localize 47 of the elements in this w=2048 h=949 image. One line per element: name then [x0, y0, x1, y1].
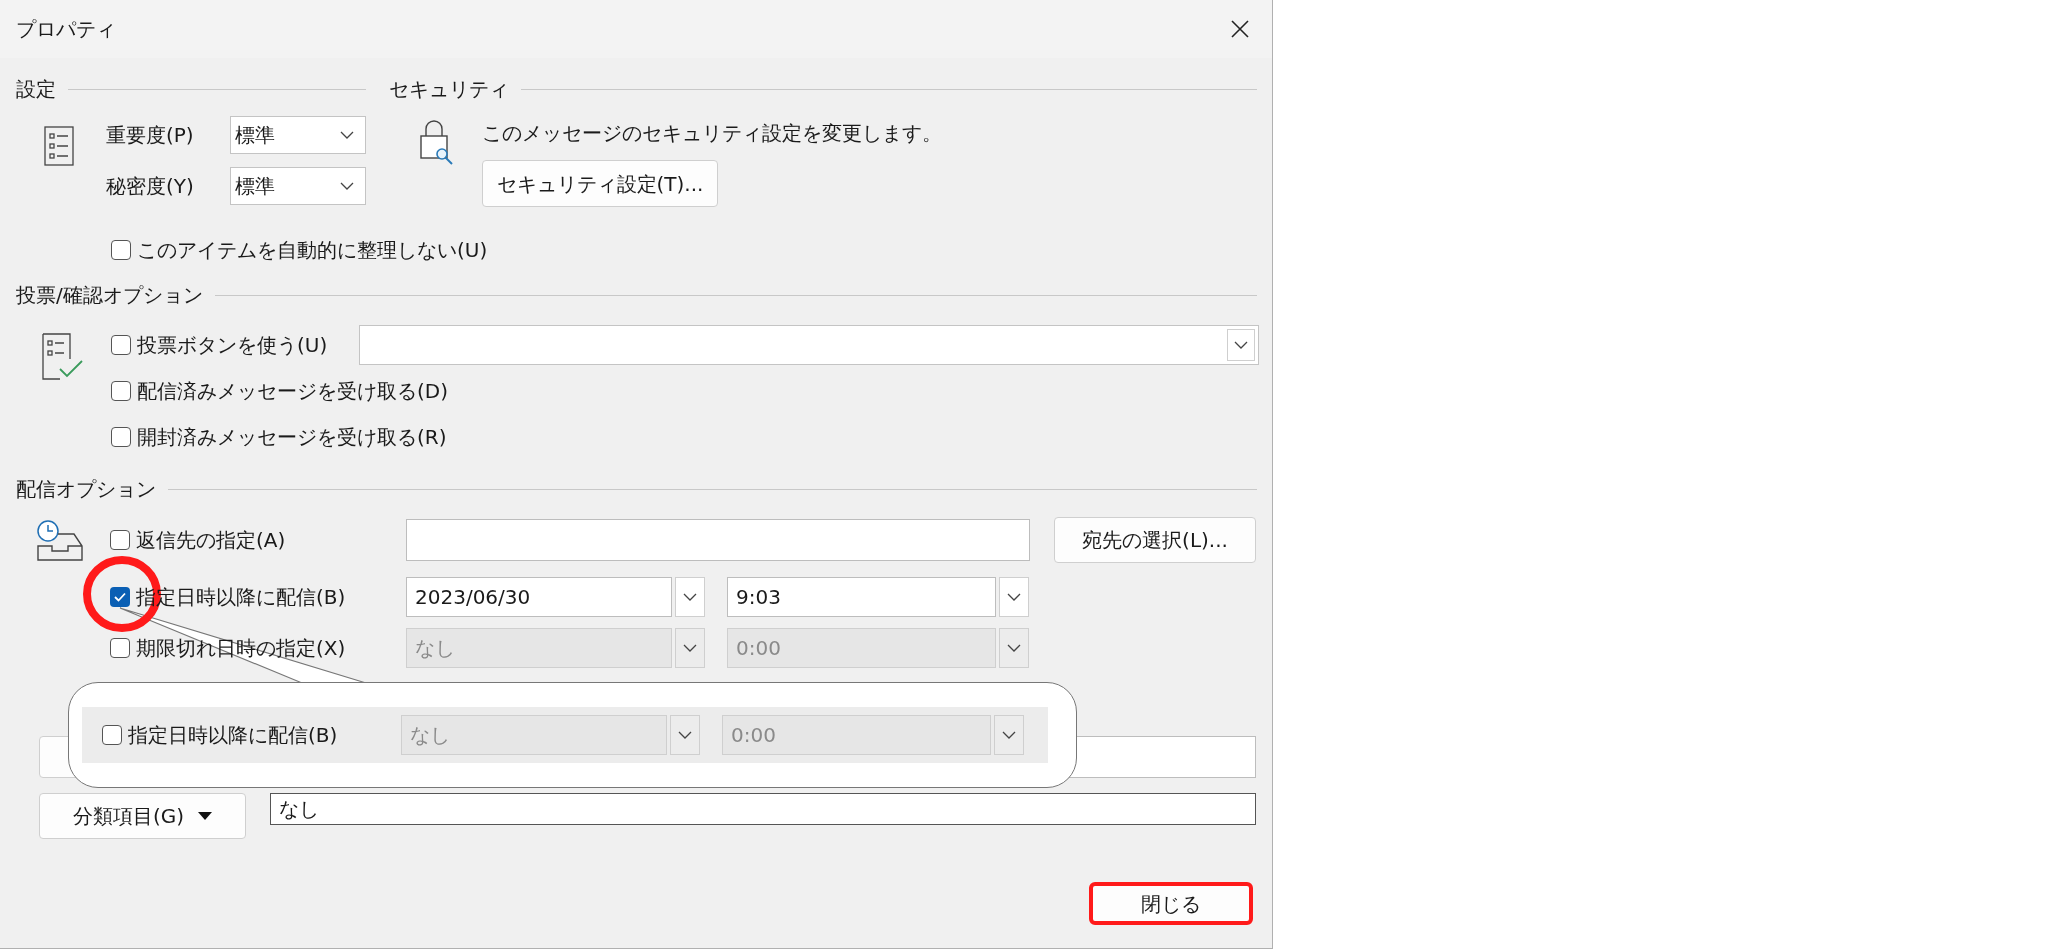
chevron-icon — [677, 730, 693, 740]
checkbox-label: 指定日時以降に配信(B) — [128, 722, 338, 749]
field-label: 重要度(P) — [106, 122, 195, 149]
chevron-icon — [1006, 643, 1022, 653]
checkbox-label: このアイテムを自動的に整理しない(U) — [137, 237, 488, 264]
section-heading: 投票/確認オプション — [16, 282, 203, 309]
dropdown[interactable]: 標準 — [230, 116, 366, 154]
date-field[interactable]: 2023/06/30 — [406, 577, 672, 617]
dropdown-arrow-icon — [198, 812, 213, 820]
chevron-icon — [1001, 730, 1017, 740]
window-title: プロパティ — [16, 16, 116, 43]
checklist-icon — [42, 333, 84, 381]
checkmark-icon — [113, 590, 127, 604]
close-icon[interactable] — [1230, 19, 1250, 39]
chevron-icon — [1006, 592, 1022, 602]
checkbox[interactable] — [111, 381, 131, 401]
chevron-icon — [339, 181, 355, 191]
text-field[interactable] — [406, 519, 1030, 561]
security-description: このメッセージのセキュリティ設定を変更します。 — [482, 120, 942, 147]
checkbox[interactable] — [110, 530, 130, 550]
checkbox-label: 投票ボタンを使う(U) — [137, 332, 328, 359]
checkbox[interactable] — [110, 587, 130, 607]
select-recipients-button[interactable]: 宛先の選択(L)... — [1054, 517, 1256, 563]
inbox-clock-icon — [36, 520, 84, 562]
lock-icon — [418, 118, 454, 166]
time-field[interactable]: 9:03 — [727, 577, 996, 617]
section-heading: 設定 — [16, 76, 56, 103]
chevron-icon — [682, 592, 698, 602]
section-heading: セキュリティ — [389, 76, 509, 103]
checkbox-label: 期限切れ日時の指定(X) — [136, 635, 346, 662]
checkbox[interactable] — [111, 427, 131, 447]
categories-field: なし — [270, 793, 1256, 825]
checkbox[interactable] — [111, 335, 131, 355]
security-settings-button[interactable]: セキュリティ設定(T)... — [482, 160, 718, 207]
field-label: 秘密度(Y) — [106, 173, 195, 200]
list-icon — [44, 126, 74, 166]
checkbox-label: 返信先の指定(A) — [136, 527, 286, 554]
chevron-icon — [339, 130, 355, 140]
checkbox-label: 配信済みメッセージを受け取る(D) — [137, 378, 448, 405]
checkbox[interactable] — [111, 240, 131, 260]
categories-button[interactable]: 分類項目(G) — [39, 793, 246, 839]
checkbox-label: 開封済みメッセージを受け取る(R) — [137, 424, 447, 451]
chevron-icon — [1233, 340, 1250, 350]
chevron-icon — [682, 643, 698, 653]
section-heading: 配信オプション — [16, 476, 156, 503]
dropdown[interactable]: 標準 — [230, 167, 366, 205]
close-button[interactable]: 閉じる — [1089, 882, 1253, 925]
